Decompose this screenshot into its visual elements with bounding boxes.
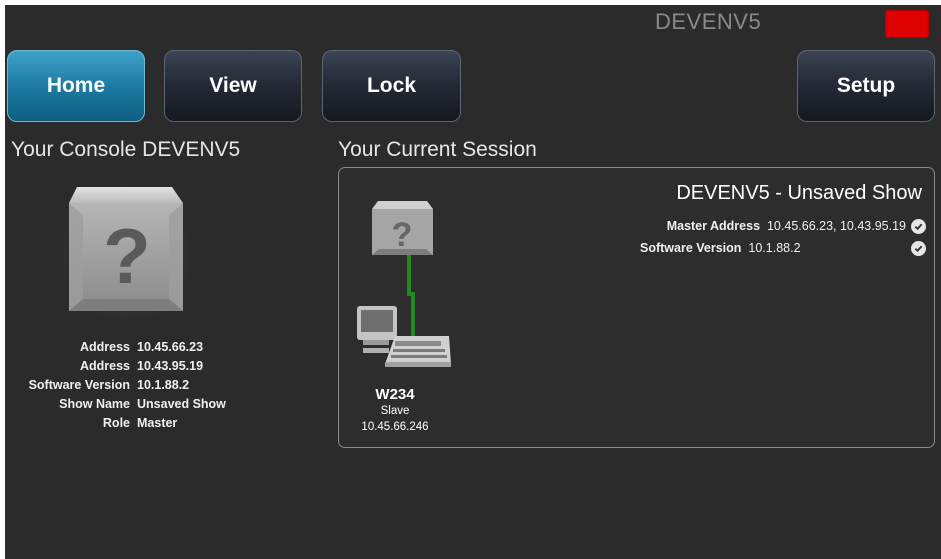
info-row-address-2: Address 10.43.95.19: [9, 357, 309, 376]
session-panel: DEVENV5 - Unsaved Show Master Address 10…: [338, 167, 935, 448]
master-address-label: Master Address: [666, 219, 761, 233]
node-name: W234: [375, 386, 415, 403]
console-title: DEVENV5: [655, 9, 762, 34]
unknown-console-cube-icon: ?: [57, 172, 197, 320]
info-value: Master: [137, 416, 178, 430]
session-link-line: [407, 252, 415, 344]
info-label: Address: [79, 359, 130, 373]
session-show-title: DEVENV5 - Unsaved Show: [676, 182, 922, 204]
check-circle-icon: [911, 241, 926, 256]
master-address-value: 10.45.66.23, 10.43.95.19: [766, 219, 906, 233]
info-value: 10.1.88.2: [137, 378, 190, 392]
info-value: Unsaved Show: [137, 397, 226, 411]
info-label: Software Version: [28, 378, 130, 392]
info-label: Role: [102, 416, 130, 430]
app-window: DEVENV5 Home View Lock Setup Your Consol…: [5, 5, 941, 559]
setup-button[interactable]: Setup: [797, 50, 935, 122]
session-heading: Your Current Session: [338, 138, 537, 161]
master-address-row: Master Address 10.45.66.23, 10.43.95.19: [667, 219, 906, 233]
software-version-value: 10.1.88.2: [748, 241, 801, 255]
info-row-role: Role Master: [9, 414, 309, 433]
info-value: 10.45.66.23: [137, 340, 204, 354]
software-version-row: Software Version 10.1.88.2: [640, 241, 801, 255]
session-topology-diagram: ?: [357, 201, 451, 367]
info-label: Show Name: [59, 397, 130, 411]
home-button[interactable]: Home: [7, 50, 145, 122]
node-address: 10.45.66.246: [361, 421, 429, 433]
console-workstation-icon[interactable]: [357, 306, 451, 367]
console-heading: Your Console DEVENV5: [11, 138, 241, 161]
software-version-label: Software Version: [640, 241, 742, 255]
lock-button[interactable]: Lock: [322, 50, 461, 122]
info-row-show-name: Show Name Unsaved Show: [9, 395, 309, 414]
status-indicator[interactable]: [885, 10, 929, 38]
info-row-software-version: Software Version 10.1.88.2: [9, 376, 309, 395]
info-label: Address: [79, 340, 130, 354]
node-role: Slave: [380, 405, 410, 417]
info-value: 10.43.95.19: [137, 359, 204, 373]
svg-text:?: ?: [103, 212, 151, 300]
info-row-address: Address 10.45.66.23: [9, 338, 309, 357]
svg-text:?: ?: [392, 216, 413, 254]
check-circle-icon: [911, 219, 926, 234]
master-cube-icon: ?: [372, 201, 433, 255]
view-button[interactable]: View: [164, 50, 302, 122]
console-info: Address 10.45.66.23 Address 10.43.95.19 …: [9, 338, 309, 433]
